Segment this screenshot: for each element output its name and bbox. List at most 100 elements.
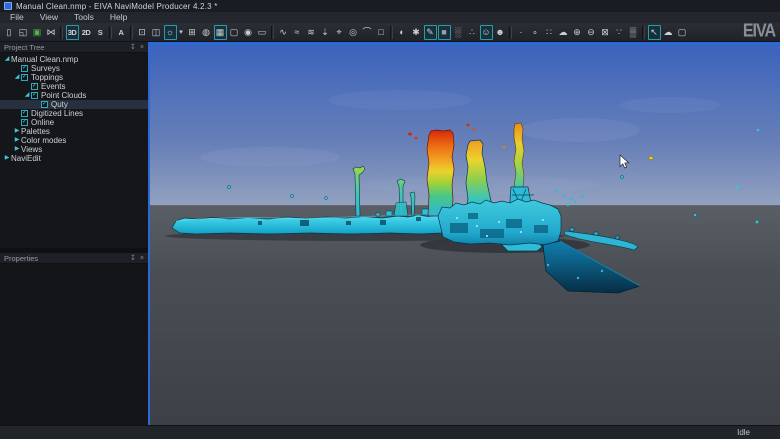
visibility-checkbox[interactable]	[21, 74, 28, 81]
expand-arrow-icon[interactable]	[13, 145, 21, 154]
cloud-crop-button[interactable]: ▢	[676, 25, 689, 40]
toolbar-separator	[390, 26, 393, 39]
status-bar: Idle	[0, 425, 780, 439]
toolbar-separator	[509, 26, 512, 39]
tree-item-label: Point Clouds	[41, 91, 86, 100]
spray-select-button[interactable]: ░	[452, 25, 465, 40]
expand-arrow-icon[interactable]	[13, 136, 21, 145]
point-size-small-button[interactable]: ·	[515, 25, 528, 40]
menu-tools[interactable]: Tools	[66, 12, 102, 23]
visibility-checkbox[interactable]	[31, 83, 38, 90]
tree-item-color-modes[interactable]: Color modes	[0, 136, 148, 145]
camera-button[interactable]: ◉	[242, 25, 255, 40]
wreck-funnel	[427, 130, 454, 216]
toolbar-separator	[130, 26, 133, 39]
pin-icon[interactable]: ↧	[130, 43, 136, 52]
tree-item-label: Views	[21, 145, 42, 154]
geodetic-view-button[interactable]: ◍	[200, 25, 213, 40]
reject-points-button[interactable]: ☻	[494, 25, 507, 40]
terrain-grid-button[interactable]: ▦	[214, 25, 227, 40]
brightness-button[interactable]: ◐	[396, 25, 409, 40]
3d-viewport[interactable]	[148, 42, 780, 425]
waypoint-button[interactable]: ⌖	[333, 25, 346, 40]
spray-dense-button[interactable]: ▒	[627, 25, 640, 40]
menu-view[interactable]: View	[32, 12, 66, 23]
annotation-tool-button[interactable]: A	[115, 25, 128, 40]
visibility-checkbox[interactable]	[21, 119, 28, 126]
pin-icon[interactable]: ↧	[130, 254, 136, 263]
menu-help[interactable]: Help	[102, 12, 135, 23]
brush-points-button[interactable]: ∵	[613, 25, 626, 40]
main-toolbar: ▯◱▣⋈3D2DSA⊡◫☼▾⊞◍▦▢◉▭∿≈≋⇣⌖◎⌒□◐✱✎■░∴☺☻·∘∷☁…	[0, 23, 780, 42]
grid-button[interactable]: ⊞	[186, 25, 199, 40]
rectangle-tool-button[interactable]: □	[375, 25, 388, 40]
select-square-button[interactable]: ■	[438, 25, 451, 40]
status-text: Idle	[737, 428, 750, 437]
expand-arrow-icon[interactable]	[3, 55, 11, 64]
cloud-add-button[interactable]: ☁	[662, 25, 675, 40]
visibility-checkbox[interactable]	[41, 101, 48, 108]
point-cloud-compute-button[interactable]: ☁	[557, 25, 570, 40]
tree-item-digitized-lines[interactable]: Digitized Lines	[0, 109, 148, 118]
close-icon[interactable]: ×	[140, 254, 144, 263]
new-file-button[interactable]: ▯	[3, 25, 16, 40]
expand-arrow-icon[interactable]	[3, 154, 11, 163]
open-file-button[interactable]: ◱	[17, 25, 30, 40]
select-cursor-button[interactable]: ↖	[648, 25, 661, 40]
arc-tool-button[interactable]: ⌒	[361, 25, 374, 40]
scale-bar-button[interactable]: ▭	[256, 25, 269, 40]
profile-multi-button[interactable]: ≋	[305, 25, 318, 40]
tree-item-label: Manual Clean.nmp	[11, 55, 78, 64]
close-icon[interactable]: ×	[140, 43, 144, 52]
lighting-options-dropdown-button[interactable]: ▾	[178, 25, 185, 40]
xyz-points-button[interactable]: ∷	[543, 25, 556, 40]
view-3d-button[interactable]: 3D	[66, 25, 79, 40]
tree-item-point-clouds[interactable]: Point Clouds	[0, 91, 148, 100]
expand-arrow-icon[interactable]	[13, 73, 21, 82]
expand-arrow-icon[interactable]	[13, 127, 21, 136]
remove-points-button[interactable]: ⊖	[585, 25, 598, 40]
edit-points-button[interactable]: ✎	[424, 25, 437, 40]
tree-item-label: Events	[41, 82, 65, 91]
tree-item-events[interactable]: Events	[0, 82, 148, 91]
color-palette-button[interactable]: ✱	[410, 25, 423, 40]
tree-item-quty[interactable]: Quty	[0, 100, 148, 109]
visibility-checkbox[interactable]	[31, 92, 38, 99]
tree-item-naviedit[interactable]: NaviEdit	[0, 154, 148, 163]
accept-points-button[interactable]: ☺	[480, 25, 493, 40]
point-size-dim-button[interactable]: ∘	[529, 25, 542, 40]
tree-item-label: Online	[31, 118, 54, 127]
mesh-net-button[interactable]: ⊠	[599, 25, 612, 40]
add-points-button[interactable]: ⊕	[571, 25, 584, 40]
toolbar-separator	[109, 26, 112, 39]
toolbar-separator	[642, 26, 645, 39]
import-to-scene-button[interactable]: ⊡	[136, 25, 149, 40]
properties-body	[0, 264, 148, 425]
viewport-capture-button[interactable]: ▢	[228, 25, 241, 40]
save-file-button[interactable]: ▣	[31, 25, 44, 40]
tree-item-toppings[interactable]: Toppings	[0, 73, 148, 82]
visibility-checkbox[interactable]	[21, 110, 28, 117]
tree-item-manual-clean-nmp[interactable]: Manual Clean.nmp	[0, 55, 148, 64]
waypoint-target-button[interactable]: ◎	[347, 25, 360, 40]
view-2d-button[interactable]: 2D	[80, 25, 93, 40]
properties-title: Properties	[4, 254, 126, 263]
view-single-button[interactable]: S	[94, 25, 107, 40]
tree-item-views[interactable]: Views	[0, 145, 148, 154]
visibility-checkbox[interactable]	[21, 65, 28, 72]
menu-file[interactable]: File	[2, 12, 32, 23]
app-icon	[4, 2, 12, 10]
scatter-select-button[interactable]: ∴	[466, 25, 479, 40]
profile-view-button[interactable]: ∿	[277, 25, 290, 40]
drop-marker-button[interactable]: ⇣	[319, 25, 332, 40]
tree-item-online[interactable]: Online	[0, 118, 148, 127]
profile-stacked-button[interactable]: ≈	[291, 25, 304, 40]
expand-arrow-icon[interactable]	[23, 91, 31, 100]
connect-device-button[interactable]: ⋈	[45, 25, 58, 40]
properties-header: Properties ↧ ×	[0, 253, 148, 264]
bounding-box-button[interactable]: ◫	[150, 25, 163, 40]
lighting-button[interactable]: ☼	[164, 25, 177, 40]
toolbar-separator	[271, 26, 274, 39]
tree-item-palettes[interactable]: Palettes	[0, 127, 148, 136]
tree-item-surveys[interactable]: Surveys	[0, 64, 148, 73]
